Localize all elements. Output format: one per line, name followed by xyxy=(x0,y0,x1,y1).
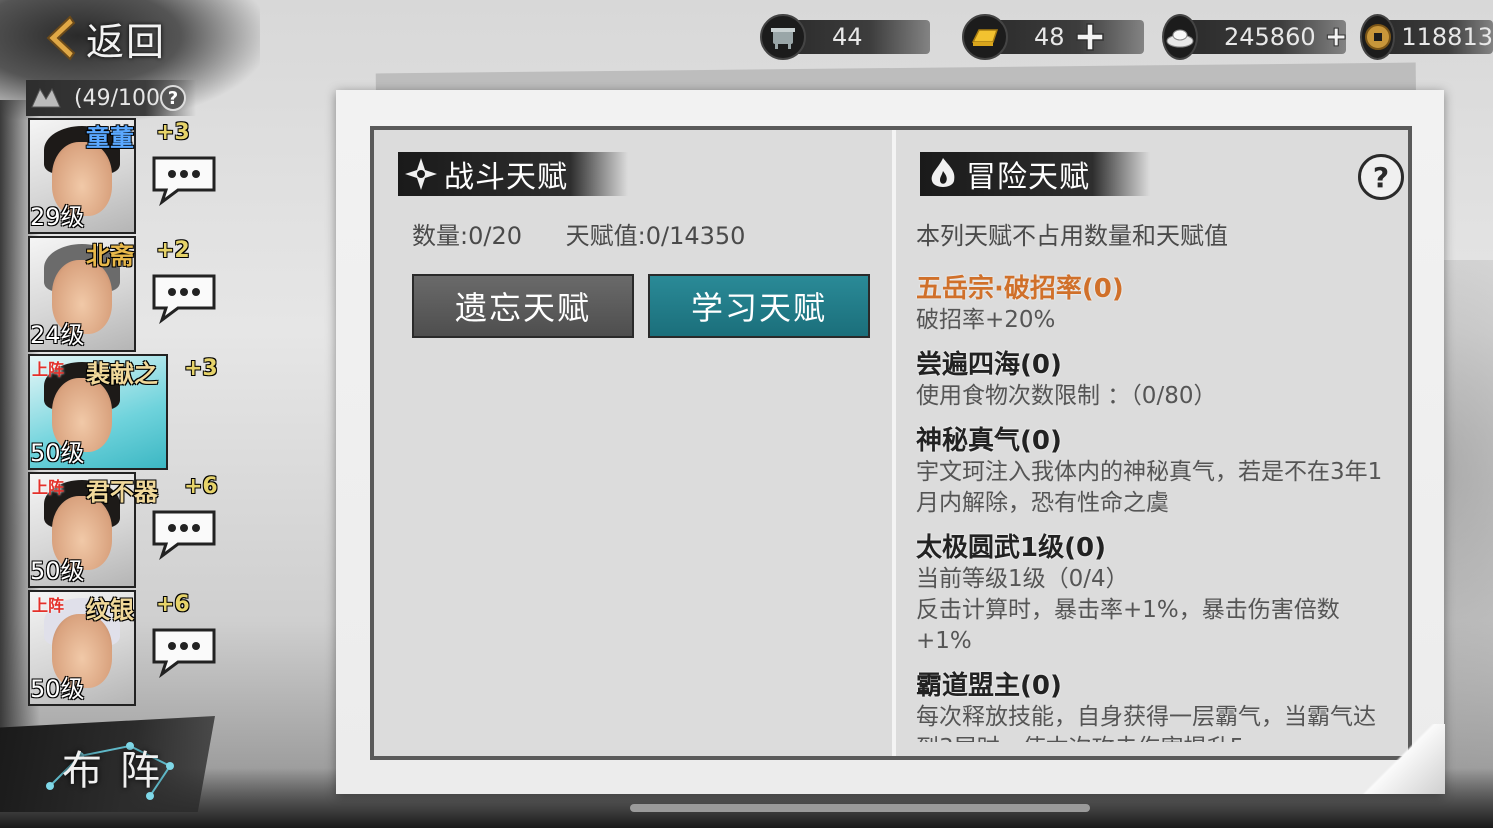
talent-count: 数量:0/20 xyxy=(412,222,522,250)
chat-bubble-icon[interactable] xyxy=(148,152,220,206)
hero-bonus: +2 xyxy=(156,238,190,263)
talent-desc: 破招率+20% xyxy=(916,307,1056,333)
hero-name: 君不器 xyxy=(86,478,158,506)
deployed-tag: 上阵 xyxy=(32,360,65,379)
hero-level: 50级 xyxy=(30,439,85,467)
hero-card-selected[interactable]: 上阵 裴献之 +3 50级 xyxy=(26,354,226,472)
chat-bubble-icon[interactable] xyxy=(148,624,220,678)
talent-name: 神秘真气(0) xyxy=(916,426,1062,456)
adventure-note: 本列天赋不占用数量和天赋值 xyxy=(916,222,1228,250)
add-silver-button[interactable] xyxy=(1326,22,1346,52)
hero-card[interactable]: 童董 +3 29级 xyxy=(26,118,226,236)
back-label: 返回 xyxy=(86,19,167,64)
talent-item: 尝遍四海(0) 使用食物次数限制 ：（0/80） xyxy=(916,344,1386,412)
deployed-tag: 上阵 xyxy=(32,596,65,615)
deployed-tag: 上阵 xyxy=(32,478,65,497)
hero-level: 29级 xyxy=(30,203,85,231)
combat-talent-column: 战斗天赋 数量:0/20 天赋值:0/14350 遗忘天赋 学习天赋 xyxy=(374,130,892,756)
currency-copper: 118813 xyxy=(1360,14,1493,60)
silver-ingot-icon xyxy=(1162,14,1198,60)
talent-item: 太极圆武1级(0) 当前等级1级（0/4） 反击计算时，暴击率+1%，暴击伤害倍… xyxy=(916,527,1386,657)
talent-item: 神秘真气(0) 宇文珂注入我体内的神秘真气，若是不在3年1月内解除，恐有性命之虞 xyxy=(916,420,1386,519)
adventure-talent-title: 冒险天赋 xyxy=(966,160,1090,195)
hero-card[interactable]: 上阵 君不器 +6 50级 xyxy=(26,472,226,590)
combat-emblem-icon xyxy=(405,158,437,190)
talent-item: 霸道盟主(0) 每次释放技能，自身获得一层霸气，当霸气达到3层时，使本次攻击伤害… xyxy=(916,665,1386,742)
hero-name: 童董 xyxy=(86,124,134,152)
talent-desc: 宇文珂注入我体内的神秘真气，若是不在3年1月内解除，恐有性命之虞 xyxy=(916,459,1383,516)
back-button[interactable]: 返回 xyxy=(40,10,190,66)
roster-count: (49/100 xyxy=(74,85,160,111)
gold-bar-icon xyxy=(962,14,1008,60)
hero-name: 纹银 xyxy=(86,596,134,624)
cauldron-icon xyxy=(760,14,806,60)
hero-bonus: +3 xyxy=(156,120,190,145)
learn-talent-button[interactable]: 学习天赋 xyxy=(648,274,870,338)
formation-label: 布阵 xyxy=(62,748,178,794)
talent-name: 霸道盟主(0) xyxy=(916,671,1062,701)
adventure-talent-list[interactable]: 五岳宗·破招率(0) 破招率+20% 尝遍四海(0) 使用食物次数限制 ：（0/… xyxy=(916,268,1386,742)
currency-value: 118813 xyxy=(1401,23,1493,51)
currency-value: 48 xyxy=(1034,23,1065,51)
combat-talent-header: 战斗天赋 xyxy=(398,152,628,196)
adventure-help-button[interactable]: ? xyxy=(1358,154,1404,200)
hero-card[interactable]: 上阵 纹银 +6 50级 xyxy=(26,590,226,708)
talent-desc: 使用食物次数限制 ：（0/80） xyxy=(916,383,1217,409)
roster-icon xyxy=(31,87,61,108)
hero-level: 50级 xyxy=(30,557,85,585)
chat-bubble-icon[interactable] xyxy=(148,506,220,560)
currency-silver: 245860 xyxy=(1162,14,1346,60)
talent-panel-inner: 战斗天赋 数量:0/20 天赋值:0/14350 遗忘天赋 学习天赋 冒险天赋 … xyxy=(370,126,1412,760)
combat-talent-title: 战斗天赋 xyxy=(444,160,568,195)
home-indicator[interactable] xyxy=(630,804,1090,812)
adventure-talent-header: 冒险天赋 xyxy=(920,152,1150,196)
formation-button[interactable]: 布阵 xyxy=(0,716,215,812)
add-gold-button[interactable] xyxy=(1075,22,1105,52)
chat-bubble-icon[interactable] xyxy=(148,270,220,324)
forget-talent-button[interactable]: 遗忘天赋 xyxy=(412,274,634,338)
combat-stats: 数量:0/20 天赋值:0/14350 xyxy=(412,216,781,251)
hero-card[interactable]: 北斋 +2 24级 xyxy=(26,236,226,354)
hero-roster: 童董 +3 29级 北斋 +2 24级 上阵 裴献之 +3 50级 上阵 君不器… xyxy=(26,118,226,708)
talent-value: 天赋值:0/14350 xyxy=(565,222,746,250)
chevron-left-icon xyxy=(46,15,76,61)
hero-name: 北斋 xyxy=(86,242,134,270)
roster-help-button[interactable]: ? xyxy=(160,85,186,111)
talent-name: 五岳宗·破招率(0) xyxy=(916,274,1124,304)
currency-cauldron: 44 xyxy=(760,14,930,60)
currency-value: 245860 xyxy=(1224,23,1316,51)
talent-item: 五岳宗·破招率(0) 破招率+20% xyxy=(916,268,1386,336)
flame-emblem-icon xyxy=(931,158,955,187)
adventure-talent-column: 冒险天赋 ? 本列天赋不占用数量和天赋值 五岳宗·破招率(0) 破招率+20% … xyxy=(896,130,1408,756)
currency-value: 44 xyxy=(832,23,863,51)
hero-name: 裴献之 xyxy=(86,360,158,388)
talent-name: 太极圆武1级(0) xyxy=(916,533,1106,563)
roster-header: (49/100 ? xyxy=(26,80,196,116)
talent-desc: 当前等级1级（0/4） 反击计算时，暴击率+1%，暴击伤害倍数+1% xyxy=(916,566,1340,654)
hero-level: 24级 xyxy=(30,321,85,349)
hero-bonus: +3 xyxy=(184,356,218,381)
hero-bonus: +6 xyxy=(156,592,190,617)
currency-gold: 48 xyxy=(962,14,1144,60)
hero-bonus: +6 xyxy=(184,474,218,499)
talent-desc: 每次释放技能，自身获得一层霸气，当霸气达到3层时，使本次攻击伤害提升5 xyxy=(916,704,1376,742)
talent-name: 尝遍四海(0) xyxy=(916,350,1062,380)
hero-level: 50级 xyxy=(30,675,85,703)
page-curl xyxy=(1355,724,1445,794)
